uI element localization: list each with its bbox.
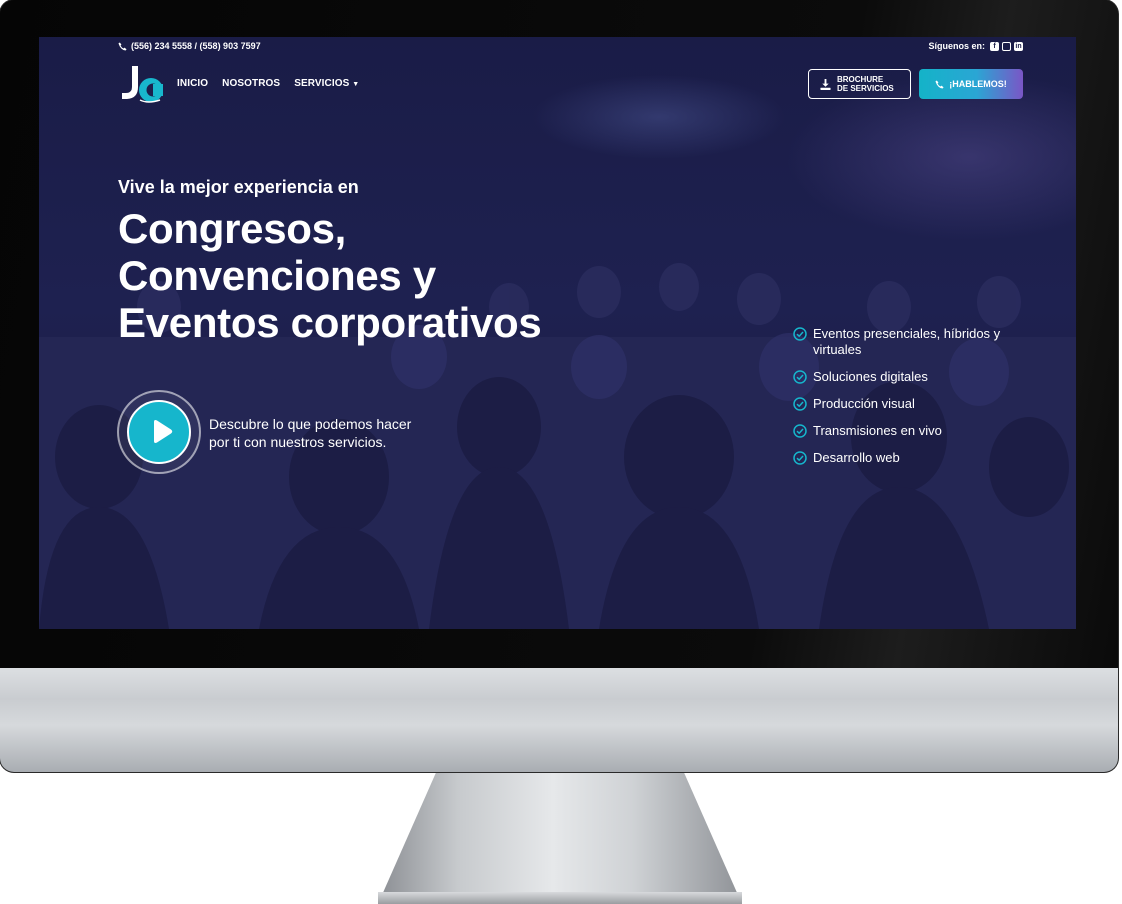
video-play-button[interactable] xyxy=(127,400,191,464)
nav-item-servicios-label: SERVICIOS xyxy=(294,78,350,89)
headline-line-3: Eventos corporativos xyxy=(118,299,542,346)
caret-down-icon: ▼ xyxy=(352,81,360,88)
video-description-line2: por ti con nuestros servicios. xyxy=(209,434,387,450)
headline-line-1: Congresos, xyxy=(118,205,347,252)
check-circle-icon xyxy=(793,424,807,438)
top-contact-bar: (556) 234 5558 / (558) 903 7597 Síguenos… xyxy=(118,41,1023,55)
nav-menu: INICIO NOSOTROS SERVICIOS ▼ xyxy=(177,78,359,89)
video-description-line1: Descubre lo que podemos hacer xyxy=(209,416,412,432)
follow-label: Síguenos en: xyxy=(928,41,985,51)
social-links: Síguenos en: f in xyxy=(928,41,1023,51)
nav-item-servicios[interactable]: SERVICIOS ▼ xyxy=(294,78,359,89)
feature-label: Eventos presenciales, híbridos y virtual… xyxy=(813,326,1001,357)
check-circle-icon xyxy=(793,397,807,411)
brochure-label: BROCHURE DE SERVICIOS xyxy=(837,75,894,93)
list-item: Desarrollo web xyxy=(793,450,1003,466)
monitor-stand xyxy=(378,772,742,904)
phone-icon xyxy=(118,41,127,51)
video-description: Descubre lo que podemos hacer por ti con… xyxy=(209,415,419,451)
feature-label: Producción visual xyxy=(813,396,915,411)
brochure-download-button[interactable]: BROCHURE DE SERVICIOS xyxy=(808,69,911,99)
facebook-icon[interactable]: f xyxy=(990,41,999,51)
hero-subtitle: Vive la mejor experiencia en xyxy=(118,177,359,197)
hero-headline: Congresos, Convenciones y Eventos corpor… xyxy=(118,205,598,346)
hablemos-label: ¡HABLEMOS! xyxy=(949,79,1007,89)
list-item: Transmisiones en vivo xyxy=(793,423,1003,439)
list-item: Producción visual xyxy=(793,396,1003,412)
monitor-mockup: (556) 234 5558 / (558) 903 7597 Síguenos… xyxy=(0,0,1122,904)
nav-item-nosotros[interactable]: NOSOTROS xyxy=(222,78,280,89)
phone-numbers: (556) 234 5558 / (558) 903 7597 xyxy=(131,41,261,51)
phone-contact[interactable]: (556) 234 5558 / (558) 903 7597 xyxy=(118,41,261,51)
play-icon xyxy=(154,420,173,443)
list-item: Eventos presenciales, híbridos y virtual… xyxy=(793,326,1003,358)
monitor-chin xyxy=(0,668,1118,772)
monitor-stand-base xyxy=(378,892,742,904)
headline-line-2: Convenciones y xyxy=(118,252,436,299)
instagram-icon[interactable] xyxy=(1002,41,1011,51)
check-circle-icon xyxy=(793,370,807,384)
feature-label: Soluciones digitales xyxy=(813,369,928,384)
nav-item-inicio[interactable]: INICIO xyxy=(177,78,208,89)
main-navigation: INICIO NOSOTROS SERVICIOS ▼ BROCHURE DE … xyxy=(118,65,1023,103)
hablemos-cta-button[interactable]: ¡HABLEMOS! xyxy=(919,69,1023,99)
website-screen: (556) 234 5558 / (558) 903 7597 Síguenos… xyxy=(39,37,1076,629)
brochure-label-line1: BROCHURE xyxy=(837,75,884,84)
download-icon xyxy=(820,78,831,90)
check-circle-icon xyxy=(793,451,807,465)
phone-icon xyxy=(935,79,944,89)
services-checklist: Eventos presenciales, híbridos y virtual… xyxy=(793,326,1003,477)
feature-label: Desarrollo web xyxy=(813,450,900,465)
jc-logo[interactable] xyxy=(118,65,164,103)
linkedin-icon[interactable]: in xyxy=(1014,41,1023,51)
monitor-body: (556) 234 5558 / (558) 903 7597 Síguenos… xyxy=(0,0,1118,772)
brochure-label-line2: DE SERVICIOS xyxy=(837,84,894,93)
check-circle-icon xyxy=(793,327,807,341)
video-play-ring xyxy=(117,390,201,474)
list-item: Soluciones digitales xyxy=(793,369,1003,385)
feature-label: Transmisiones en vivo xyxy=(813,423,942,438)
